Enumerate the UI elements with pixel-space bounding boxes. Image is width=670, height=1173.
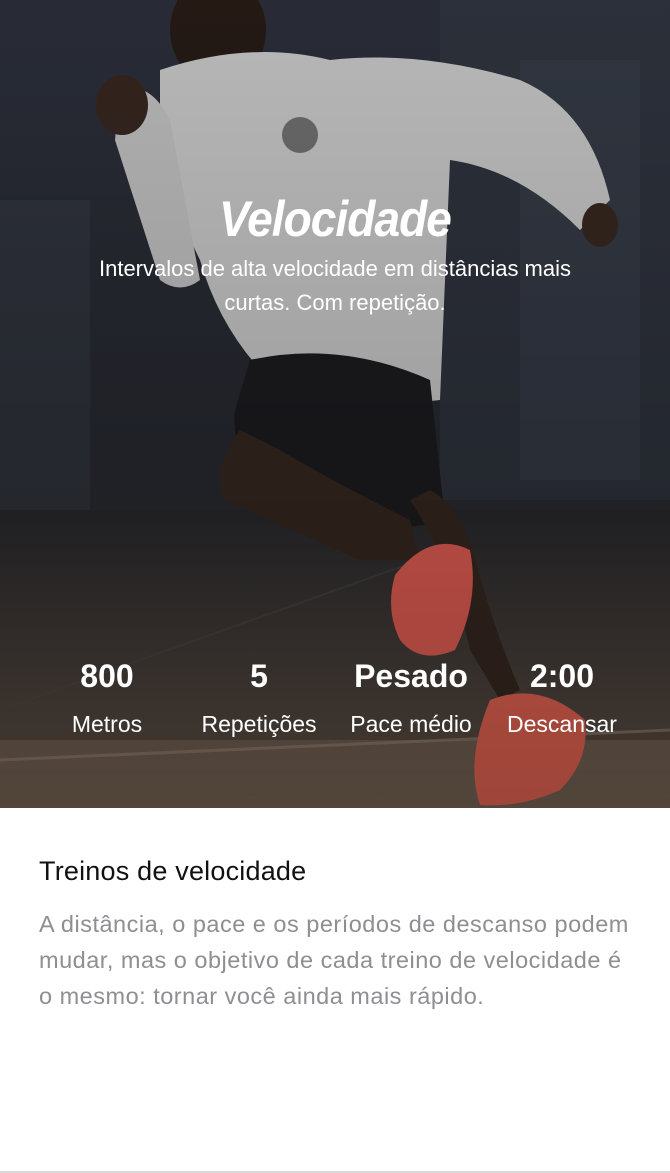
workout-subtitle: Intervalos de alta velocidade em distânc… [98,256,572,315]
stat-rest: 2:00 Descansar [496,652,628,748]
workout-stats: 800 Metros 5 Repetições Pesado Pace médi… [0,652,670,752]
stat-value: 2:00 [529,658,595,694]
hero-banner: Velocidade Intervalos de alta velocidade… [0,0,670,808]
stat-value: 800 [80,658,134,694]
details-title: Treinos de velocidade [39,856,307,886]
stat-value: 5 [250,658,268,694]
stat-label: Repetições [201,711,317,737]
stat-repetitions: 5 Repetições [186,652,332,748]
stat-distance: 800 Metros [47,652,167,748]
stat-label: Metros [71,711,143,737]
stat-value: Pesado [354,658,468,694]
details-description: A distância, o pace e os períodos de des… [39,911,629,1009]
stat-pace: Pesado Pace médio [338,652,484,748]
workout-title: Velocidade [219,191,452,247]
stat-label: Descansar [507,711,617,737]
stat-label: Pace médio [350,711,472,737]
workout-details: Treinos de velocidade A distância, o pac… [0,808,670,1173]
